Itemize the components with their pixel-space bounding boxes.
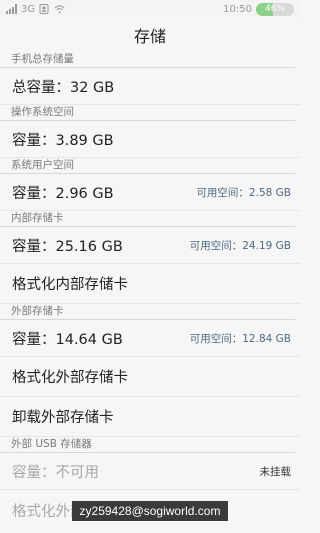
section-header-os: 操作系统空间 <box>0 105 295 121</box>
sim-icon <box>39 4 49 14</box>
unmount-external-button[interactable]: 卸载外部存储卡 <box>0 397 300 437</box>
status-time: 10:50 <box>223 3 252 15</box>
unmount-external-label: 卸载外部存储卡 <box>12 410 114 426</box>
section-header-internal: 内部存储卡 <box>0 211 295 227</box>
watermark-text: zy259428@sogiworld.com <box>71 501 229 521</box>
status-bar: 3G 10:50 46% <box>0 0 300 18</box>
user-capacity-label: 容量：2.96 GB <box>12 185 114 202</box>
os-capacity-label: 容量：3.89 GB <box>12 132 114 149</box>
total-capacity-label: 总容量：32 GB <box>12 79 115 96</box>
internal-capacity-label: 容量：25.16 GB <box>12 238 123 255</box>
section-header-usb: 外部 USB 存储器 <box>0 437 295 453</box>
section-header-user: 系统用户空间 <box>0 158 295 174</box>
format-external-button[interactable]: 格式化外部存储卡 <box>0 357 300 397</box>
storage-list: 手机总存储量 总容量：32 GB 操作系统空间 容量：3.89 GB 系统用户空… <box>0 52 300 530</box>
row-internal-capacity: 容量：25.16 GB 可用空间：24.19 GB <box>0 227 300 264</box>
watermark: zy259428@sogiworld.com <box>0 501 300 521</box>
row-user-capacity: 容量：2.96 GB 可用空间：2.58 GB <box>0 174 300 211</box>
format-internal-button[interactable]: 格式化内部存储卡 <box>0 264 300 304</box>
battery-icon: 46% <box>256 2 294 16</box>
page-title: 存储 <box>0 18 300 52</box>
user-available-label: 可用空间：2.58 GB <box>196 186 291 199</box>
row-usb-capacity: 容量：不可用 未挂载 <box>0 453 300 490</box>
usb-capacity-label: 容量：不可用 <box>12 464 99 481</box>
network-type: 3G <box>21 3 36 15</box>
external-capacity-label: 容量：14.64 GB <box>12 331 123 348</box>
usb-status-label: 未挂载 <box>259 465 292 478</box>
row-os-capacity: 容量：3.89 GB <box>0 121 300 158</box>
wifi-icon <box>54 5 65 14</box>
external-available-label: 可用空间：12.84 GB <box>189 332 291 345</box>
section-header-phone-total: 手机总存储量 <box>0 52 295 68</box>
row-external-capacity: 容量：14.64 GB 可用空间：12.84 GB <box>0 320 300 357</box>
section-header-external: 外部存储卡 <box>0 304 295 320</box>
battery-percent: 46% <box>264 4 285 14</box>
format-internal-label: 格式化内部存储卡 <box>12 277 128 293</box>
format-external-label: 格式化外部存储卡 <box>12 370 128 386</box>
row-total-capacity: 总容量：32 GB <box>0 68 300 105</box>
internal-available-label: 可用空间：24.19 GB <box>189 239 291 252</box>
signal-icon <box>6 4 17 14</box>
